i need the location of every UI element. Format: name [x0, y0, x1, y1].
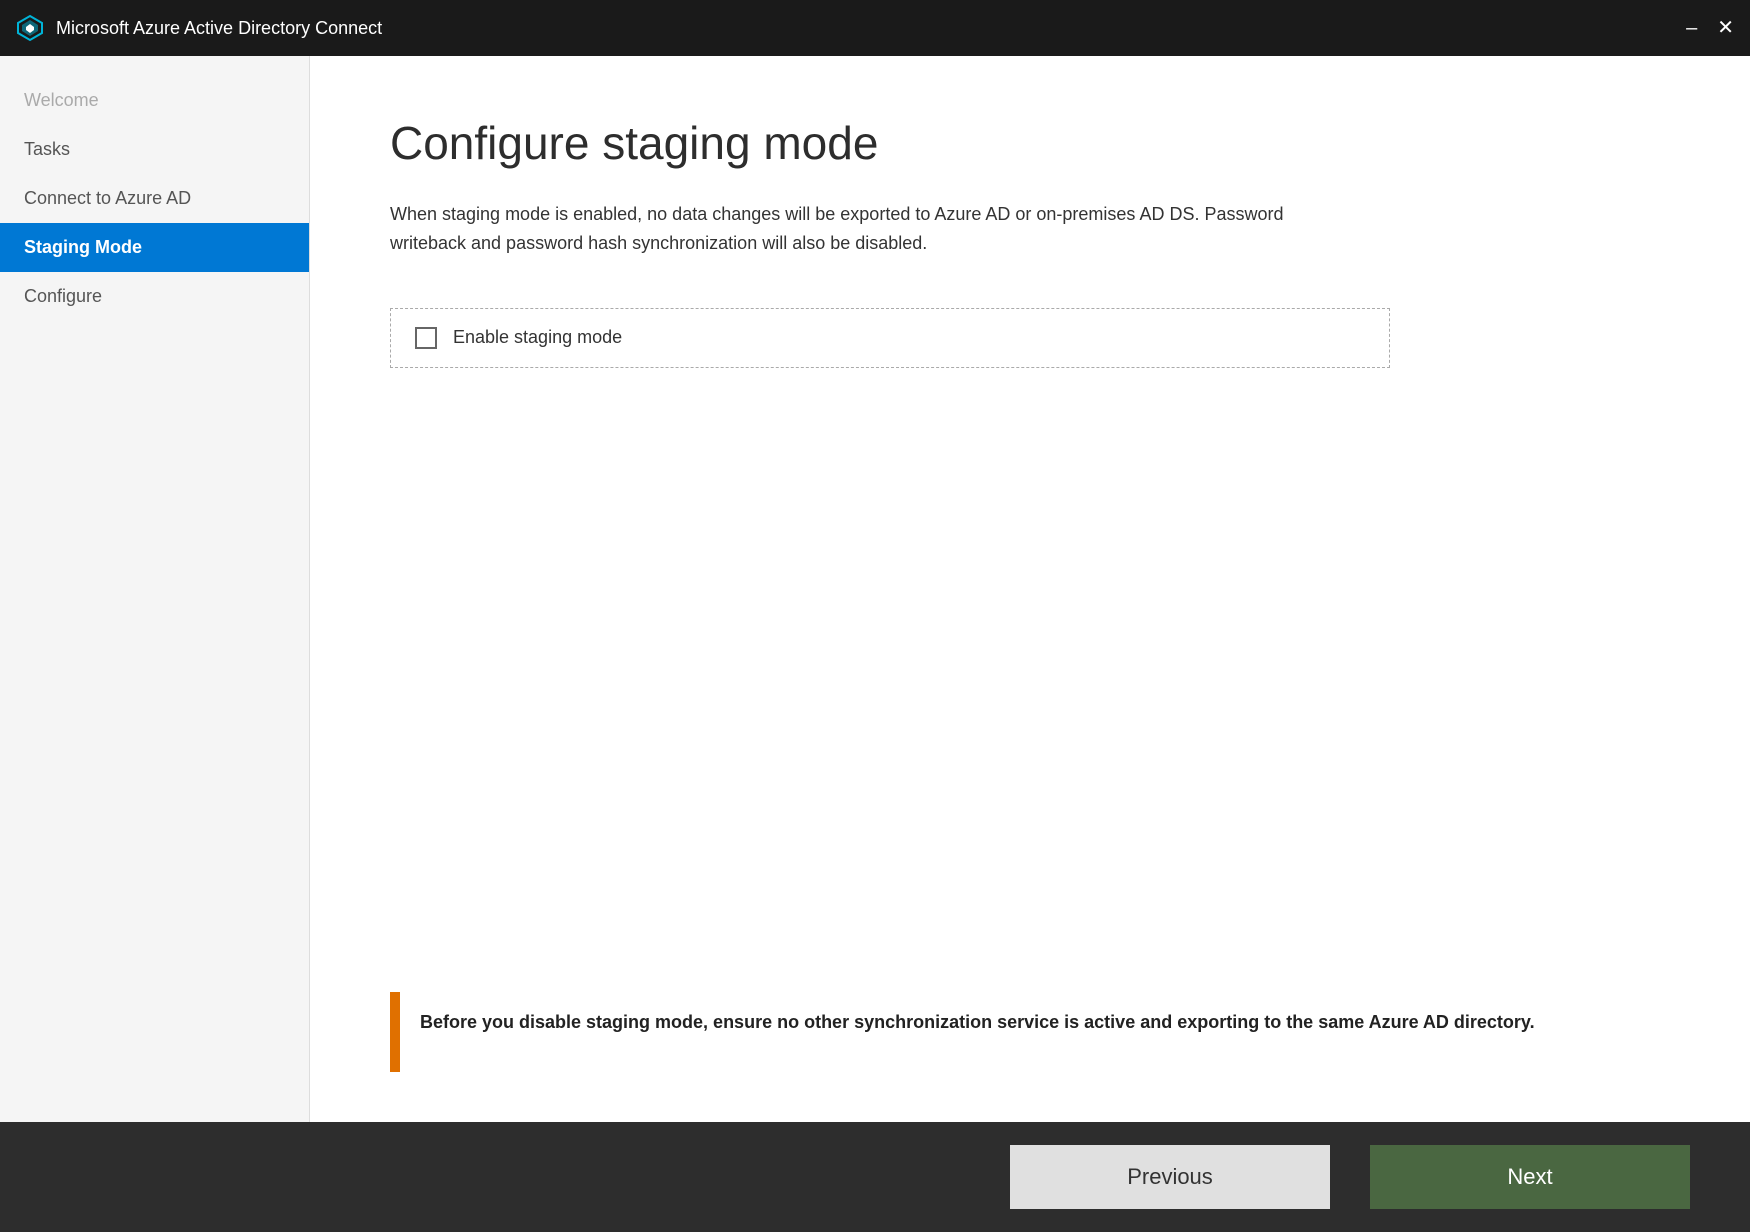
warning-box: Before you disable staging mode, ensure … — [390, 992, 1670, 1072]
title-bar-left: Microsoft Azure Active Directory Connect — [16, 14, 382, 42]
content-area: Configure staging mode When staging mode… — [310, 56, 1750, 1122]
sidebar-item-connect-azure-ad[interactable]: Connect to Azure AD — [0, 174, 309, 223]
title-bar-controls: – ✕ — [1686, 18, 1734, 38]
next-button[interactable]: Next — [1370, 1145, 1690, 1209]
page-description: When staging mode is enabled, no data ch… — [390, 200, 1350, 258]
close-button[interactable]: ✕ — [1717, 18, 1734, 38]
main-layout: Welcome Tasks Connect to Azure AD Stagin… — [0, 56, 1750, 1122]
staging-mode-checkbox-area[interactable]: Enable staging mode — [390, 308, 1390, 368]
azure-ad-icon — [16, 14, 44, 42]
app-title: Microsoft Azure Active Directory Connect — [56, 18, 382, 39]
footer: Previous Next — [0, 1122, 1750, 1232]
minimize-button[interactable]: – — [1686, 18, 1697, 38]
sidebar-item-staging-mode[interactable]: Staging Mode — [0, 223, 309, 272]
staging-mode-checkbox[interactable] — [415, 327, 437, 349]
app-window: Microsoft Azure Active Directory Connect… — [0, 0, 1750, 1232]
warning-text: Before you disable staging mode, ensure … — [400, 992, 1555, 1053]
previous-button[interactable]: Previous — [1010, 1145, 1330, 1209]
page-title: Configure staging mode — [390, 116, 1670, 170]
sidebar-item-configure[interactable]: Configure — [0, 272, 309, 321]
warning-bar-accent — [390, 992, 400, 1072]
title-bar: Microsoft Azure Active Directory Connect… — [0, 0, 1750, 56]
sidebar-item-welcome[interactable]: Welcome — [0, 76, 309, 125]
sidebar-item-tasks[interactable]: Tasks — [0, 125, 309, 174]
sidebar: Welcome Tasks Connect to Azure AD Stagin… — [0, 56, 310, 1122]
staging-mode-checkbox-label: Enable staging mode — [453, 327, 622, 348]
